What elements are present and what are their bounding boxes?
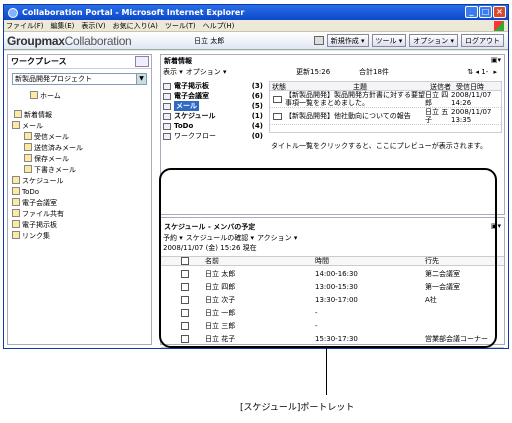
meeting-icon [163,92,171,100]
category-todo[interactable]: ToDo (4) [163,121,265,131]
close-button[interactable]: × [493,6,506,18]
category-workflow[interactable]: ワークフロー (0) [163,131,265,141]
new-info-toolbar: 表示 ▾ オプション ▾ 更新15:26 合計18件 ⇅ ◂ 1- ▸ [161,67,504,77]
link-icon [12,231,20,239]
select-all-checkbox[interactable] [181,348,189,349]
option-menu[interactable]: オプション ▾ [186,67,227,77]
view-menu[interactable]: 表示 ▾ [163,67,183,77]
nav-meeting[interactable]: 電子会議室 [8,198,151,209]
callout-caption: [スケジュール]ポートレット [240,403,355,413]
saved-mail-icon [24,154,32,162]
project-select[interactable]: 新製品開発プロジェクト ▼ [12,73,147,85]
board-icon [12,220,20,228]
nav-board[interactable]: 電子掲示板 [8,220,151,231]
menu-edit[interactable]: 編集(E) [51,21,75,31]
workflow-icon [163,132,171,140]
workplace-tab-icon[interactable] [135,56,149,67]
options-button[interactable]: オプション ▾ [409,34,458,47]
workplace-header: ワークプレース [8,55,151,69]
tools-button[interactable]: ツール ▾ [371,34,407,47]
mail-icon [273,95,282,103]
groupmax-header: GroupmaxCollaboration 日立 太郎 新規作成 ▾ ツール ▾… [4,32,508,50]
menu-tools[interactable]: ツール(T) [165,21,196,31]
nav-file-share[interactable]: ファイル共有 [8,209,151,220]
callout-line [326,348,327,395]
category-list: 電子掲示板 (3) 電子会議室 (6) メール (5) スケジュール (1) ToDo(… [163,81,265,141]
clock-icon [163,112,171,120]
new-info-header: 新着情報 ▣▾ [164,56,501,65]
clock-icon [12,176,20,184]
nav-drafts[interactable]: 下書きメール [8,165,151,176]
todo-icon [163,122,171,130]
ie-logo-icon [8,7,18,18]
sent-icon [24,143,32,151]
chevron-down-icon[interactable]: ▼ [136,74,146,84]
menu-help[interactable]: ヘルプ(H) [203,21,235,31]
message-row[interactable]: 【新製品開発】他社動向についての報告 日立 五子 2008/11/07 13:3… [270,108,501,125]
nav-sent[interactable]: 送信済みメール [8,143,151,154]
mail-icon [12,121,20,129]
category-mail[interactable]: メール (5) [163,101,265,111]
meeting-icon [12,198,20,206]
paging-control[interactable]: ⇅ ◂ 1- ▸ [467,68,497,76]
board-icon [163,82,171,90]
menu-favorites[interactable]: お気に入り(A) [113,21,158,31]
updated-time: 更新15:26 [296,68,331,76]
share-icon [12,209,20,217]
message-list: 状態 主題 送信者 受信日時 【新製品開発】製品開発方針書に対する要望事項一覧を… [269,81,502,133]
nav-home[interactable]: ホーム [8,91,151,102]
new-button[interactable]: 新規作成 ▾ [326,34,369,47]
maximize-button[interactable]: □ [479,6,492,18]
groupmax-logo: GroupmaxCollaboration [7,33,132,48]
menu-file[interactable]: ファイル(F) [6,21,44,31]
category-meeting[interactable]: 電子会議室 (6) [163,91,265,101]
todo-icon [12,187,20,195]
portlet-menu-icon[interactable]: ▣▾ [491,56,501,64]
inbox-icon [24,132,32,140]
category-board[interactable]: 電子掲示板 (3) [163,81,265,91]
message-list-header: 状態 主題 送信者 受信日時 [270,82,501,91]
minimize-button[interactable]: _ [465,6,478,18]
nav-inbox[interactable]: 受信メール [8,132,151,143]
nav-saved-mail[interactable]: 保存メール [8,154,151,165]
windows-flag-icon [494,21,504,31]
nav-schedule[interactable]: スケジュール [8,176,151,187]
total-count: 合計18件 [359,68,389,76]
draft-icon [24,165,32,173]
nav-news[interactable]: 新着情報 [8,110,151,121]
current-user: 日立 太郎 [194,37,225,45]
menu-bar: ファイル(F) 編集(E) 表示(V) お気に入り(A) ツール(T) ヘルプ(… [4,20,508,32]
menu-view[interactable]: 表示(V) [81,21,105,31]
mail-icon [273,112,282,120]
category-schedule[interactable]: スケジュール (1) [163,111,265,121]
title-bar: Collaboration Portal - Microsoft Interne… [4,5,508,20]
workplace-panel: ワークプレース 新製品開発プロジェクト ▼ ホーム 新着情報 メール 受信メール… [7,54,152,345]
message-row[interactable]: 【新製品開発】製品開発方針書に対する要望事項一覧をまとめました。 日立 四郎 2… [270,91,501,108]
news-icon [14,110,22,118]
mail-icon [163,102,171,110]
home-icon[interactable] [313,36,324,45]
window-title: Collaboration Portal - Microsoft Interne… [22,8,245,17]
home-icon [30,91,38,99]
nav-mail[interactable]: メール [8,121,151,132]
nav-links[interactable]: リンク集 [8,231,151,242]
nav-todo[interactable]: ToDo [8,187,151,198]
callout-frame [159,168,497,348]
logout-button[interactable]: ログアウト [461,34,504,47]
